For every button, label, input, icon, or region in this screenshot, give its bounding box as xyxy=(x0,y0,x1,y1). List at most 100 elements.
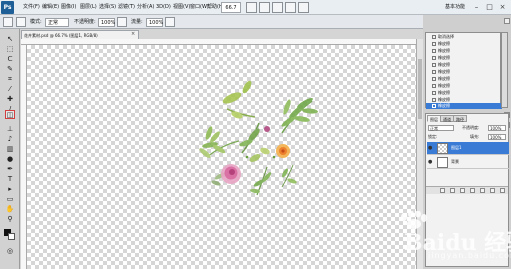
layer-style-icon[interactable] xyxy=(450,188,455,193)
history-item[interactable]: 取消选择 xyxy=(426,34,502,40)
menu-file[interactable]: 文件(F) xyxy=(23,2,40,13)
new-group-icon[interactable] xyxy=(480,188,485,193)
baidu-watermark: Baidu 经验 jingyan.baidu.com xyxy=(388,209,511,265)
opacity-label: 不透明度: xyxy=(74,19,96,25)
fill-label: 填充: xyxy=(470,134,480,139)
orange-flower xyxy=(276,144,290,158)
minimize-icon[interactable]: – xyxy=(470,1,483,13)
arrange-documents-icon[interactable] xyxy=(285,2,296,13)
new-layer-icon[interactable] xyxy=(490,188,495,193)
lasso-tool-icon[interactable]: ᑕ xyxy=(5,55,15,63)
layer-thumbnail xyxy=(437,157,448,168)
quick-select-tool-icon[interactable]: ✎ xyxy=(5,65,15,73)
layers-footer xyxy=(426,186,508,194)
brush-preset-icon[interactable] xyxy=(16,17,26,27)
history-item[interactable]: 橡皮擦 xyxy=(426,48,502,54)
dodge-tool-icon[interactable]: ● xyxy=(5,155,15,163)
maximize-icon[interactable]: □ xyxy=(483,1,496,13)
hand-tool-icon[interactable]: ✋ xyxy=(5,205,15,213)
menu-edit[interactable]: 编辑(E) xyxy=(42,2,59,13)
layer-row-selected[interactable]: ● 图层1 xyxy=(427,142,509,155)
tool-preset-icon[interactable] xyxy=(3,17,13,27)
history-item[interactable]: 橡皮擦 xyxy=(426,69,502,75)
menu-bar: Ps 文件(F) 编辑(E) 图像(I) 图层(L) 选择(S) 滤镜(T) 分… xyxy=(0,0,511,15)
eyedropper-tool-icon[interactable]: ⁄ xyxy=(5,85,15,93)
marquee-tool-icon[interactable]: ⬚ xyxy=(5,45,15,53)
history-item[interactable]: 橡皮擦 xyxy=(426,76,502,82)
history-item[interactable]: 橡皮擦 xyxy=(426,83,502,89)
healing-brush-tool-icon[interactable]: ✚ xyxy=(5,95,15,103)
move-tool-icon[interactable]: ↖ xyxy=(5,35,15,43)
menu-3d[interactable]: 3D(D) xyxy=(156,2,171,13)
eye-icon[interactable]: ● xyxy=(428,159,434,165)
menu-layer[interactable]: 图层(L) xyxy=(80,2,97,13)
watermark-url: jingyan.baidu.com xyxy=(428,251,511,260)
menu-image[interactable]: 图像(I) xyxy=(61,2,76,13)
scrollbar-thumb[interactable] xyxy=(418,59,422,119)
history-item[interactable]: 橡皮擦 xyxy=(426,62,502,68)
document-close-icon[interactable]: × xyxy=(131,30,135,39)
menu-analysis[interactable]: 分析(A) xyxy=(137,2,154,13)
rotate-view-icon[interactable] xyxy=(272,2,283,13)
history-item[interactable]: 橡皮擦 xyxy=(426,41,502,47)
history-state-icon xyxy=(432,35,436,39)
mode-select[interactable]: 正常 xyxy=(45,18,69,27)
panel-collapse-icon[interactable] xyxy=(504,18,510,24)
quick-mask-icon[interactable]: ◎ xyxy=(5,247,15,255)
history-item[interactable]: 橡皮擦 xyxy=(426,90,502,96)
gradient-tool-icon[interactable]: ▥ xyxy=(5,145,15,153)
toolbox: ↖ ⬚ ᑕ ✎ ⌗ ⁄ ✚ / ◫ ⊥ ♪ ▥ ● ✒ T ▸ ▭ ✋ ⚲ ◎ xyxy=(0,29,20,269)
close-icon[interactable]: × xyxy=(496,1,509,13)
history-brush-tool-icon[interactable]: ♪ xyxy=(5,135,15,143)
screen-mode-icon[interactable] xyxy=(298,2,309,13)
history-scrollbar[interactable] xyxy=(501,32,508,108)
layer-mask-icon[interactable] xyxy=(460,188,465,193)
eraser-state-icon xyxy=(432,77,436,81)
pink-flower xyxy=(221,164,241,184)
blend-mode-select[interactable]: 正常 xyxy=(428,125,454,131)
eraser-state-icon xyxy=(432,56,436,60)
menu-view[interactable]: 视图(V) xyxy=(173,2,190,13)
history-item-selected[interactable]: 橡皮擦 xyxy=(426,103,502,109)
eraser-state-icon xyxy=(432,70,436,74)
hand-tool-icon[interactable] xyxy=(246,2,257,13)
adjustment-layer-icon[interactable] xyxy=(470,188,475,193)
delete-layer-icon[interactable] xyxy=(500,188,505,193)
tab-paths[interactable]: 路径 xyxy=(453,115,467,122)
flow-input[interactable]: 100% xyxy=(146,18,163,27)
pen-pressure-opacity-icon[interactable] xyxy=(117,17,127,27)
type-tool-icon[interactable]: T xyxy=(5,175,15,183)
background-color-swatch[interactable] xyxy=(8,233,15,240)
tab-layers[interactable]: 图层 xyxy=(427,115,441,122)
history-item[interactable]: 橡皮擦 xyxy=(426,55,502,61)
pen-tool-icon[interactable]: ✒ xyxy=(5,165,15,173)
tab-channels[interactable]: 通道 xyxy=(440,115,454,122)
link-layers-icon[interactable] xyxy=(440,188,445,193)
layer-row[interactable]: ● 背景 xyxy=(427,156,509,169)
history-panel: 取消选择 橡皮擦 橡皮擦 橡皮擦 橡皮擦 橡皮擦 橡皮擦 橡皮擦 橡皮擦 橡皮擦… xyxy=(425,32,502,109)
menu-filter[interactable]: 滤镜(T) xyxy=(118,2,135,13)
canvas[interactable] xyxy=(27,45,416,269)
layer-opacity-input[interactable]: 100% xyxy=(488,125,506,131)
workspace-switcher[interactable]: 基本功能 xyxy=(445,2,465,13)
menu-select[interactable]: 选择(S) xyxy=(99,2,116,13)
eraser-state-icon xyxy=(432,84,436,88)
shape-tool-icon[interactable]: ▭ xyxy=(5,195,15,203)
zoom-level[interactable]: 66.7 xyxy=(221,2,241,13)
fill-input[interactable]: 100% xyxy=(488,134,506,140)
path-select-tool-icon[interactable]: ▸ xyxy=(5,185,15,193)
flow-label: 流量: xyxy=(131,19,143,25)
zoom-icon[interactable] xyxy=(259,2,270,13)
document-tab[interactable]: 花卉素材.psd @ 66.7% (图层1, RGB/8) xyxy=(21,30,139,39)
layer-thumbnail xyxy=(437,143,448,154)
clone-stamp-tool-icon[interactable]: ⊥ xyxy=(5,125,15,133)
eraser-state-icon xyxy=(432,104,436,108)
photoshop-window: Ps 文件(F) 编辑(E) 图像(I) 图层(L) 选择(S) 滤镜(T) 分… xyxy=(0,0,511,269)
airbrush-icon[interactable] xyxy=(165,17,175,27)
eraser-tool-icon[interactable]: ◫ xyxy=(5,110,15,119)
zoom-tool-icon[interactable]: ⚲ xyxy=(5,215,15,223)
eraser-state-icon xyxy=(432,42,436,46)
eye-icon[interactable]: ● xyxy=(428,145,434,151)
crop-tool-icon[interactable]: ⌗ xyxy=(5,75,15,83)
opacity-input[interactable]: 100% xyxy=(98,18,115,27)
